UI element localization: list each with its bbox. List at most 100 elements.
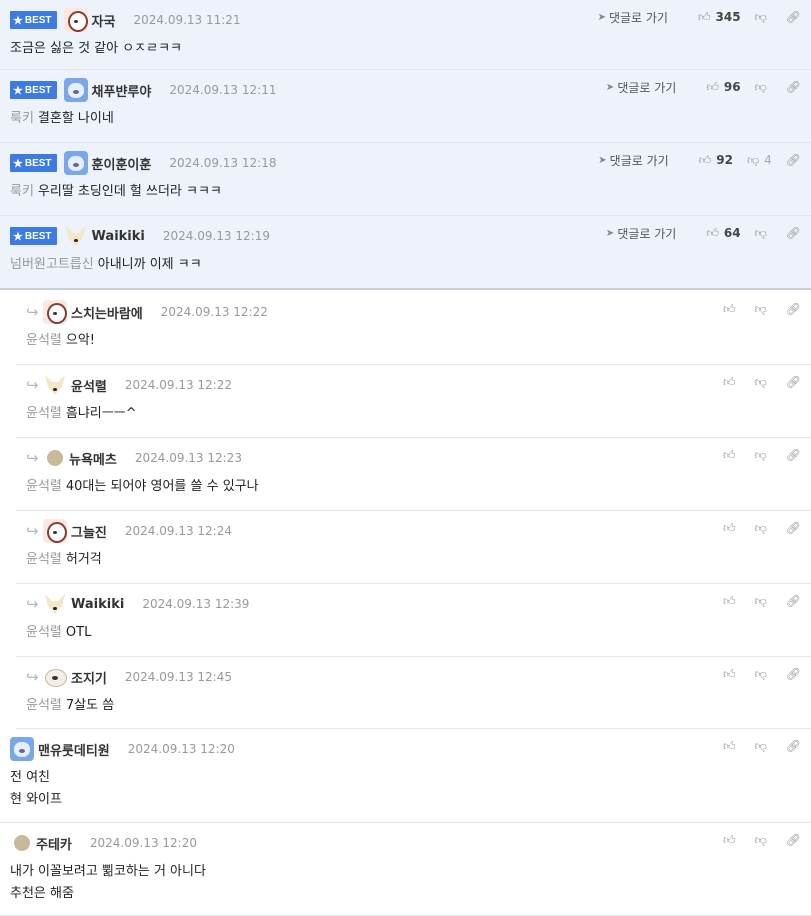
link-icon[interactable]: 🔗︎ <box>786 153 801 167</box>
like-button[interactable]: 👍︎ <box>723 375 741 390</box>
like-button[interactable]: 👍︎ 64 <box>706 226 740 241</box>
dislike-button[interactable]: 👎︎ <box>755 594 772 609</box>
avatar[interactable] <box>43 300 67 324</box>
reply-target[interactable]: 윤석렬 <box>26 333 62 348</box>
reply-target[interactable]: 윤석렬 <box>26 625 62 640</box>
avatar[interactable] <box>43 665 67 689</box>
like-button[interactable]: 👍︎ 96 <box>706 80 740 95</box>
thumbs-down-icon: 👎︎ <box>754 301 767 316</box>
goto-label: 댓글로 가기 <box>617 226 677 241</box>
avatar[interactable] <box>43 592 67 616</box>
goto-comment-link[interactable]: ➤ 댓글로 가기 <box>606 79 676 96</box>
comment-line: 전 여친 <box>10 770 51 785</box>
like-button[interactable]: 👍︎ <box>723 594 741 609</box>
goto-label: 댓글로 가기 <box>617 80 677 95</box>
reply-target[interactable]: 윤석렬 <box>26 698 62 713</box>
reply-target[interactable]: 넘버원고트릅신 <box>10 257 94 272</box>
avatar[interactable] <box>14 835 30 851</box>
nickname[interactable]: 주테카 <box>36 834 72 853</box>
reply-target[interactable]: 룩키 <box>10 111 34 126</box>
best-label: BEST <box>24 157 52 169</box>
like-button[interactable]: 👍︎ <box>723 302 741 317</box>
nickname[interactable]: 스치는바람에 <box>71 303 143 322</box>
link-icon[interactable]: 🔗︎ <box>786 375 801 389</box>
comment-date: 2024.09.13 12:39 <box>142 597 250 611</box>
link-icon[interactable]: 🔗︎ <box>786 80 801 94</box>
link-icon[interactable]: 🔗︎ <box>786 448 801 462</box>
like-button[interactable]: 👍︎ <box>723 448 741 463</box>
dislike-button[interactable]: 👎︎ <box>755 448 772 463</box>
like-button[interactable]: 👍︎ 92 <box>699 153 733 168</box>
reply-target[interactable]: 윤석렬 <box>26 406 62 421</box>
comment-text: 아내니까 이제 ㅋㅋ <box>97 257 202 272</box>
comment-text: 으악! <box>65 333 96 348</box>
avatar[interactable] <box>64 224 88 248</box>
navigate-arrow-icon: ➤ <box>605 81 615 93</box>
comment-line: 추천은 해줌 <box>10 886 74 901</box>
link-icon[interactable]: 🔗︎ <box>786 667 801 681</box>
star-icon: ★ <box>13 14 23 27</box>
avatar[interactable] <box>47 450 63 466</box>
nickname[interactable]: 맨유룻데티원 <box>38 740 110 759</box>
comment-line: 내가 이꼴보려고 쀪코하는 거 아니다 <box>10 864 206 879</box>
dislike-button[interactable]: 👎︎ <box>755 302 772 317</box>
nickname[interactable]: 자국 <box>92 11 116 30</box>
thumbs-up-icon: 👍︎ <box>723 593 736 608</box>
thumbs-up-icon: 👍︎ <box>706 225 719 240</box>
nickname[interactable]: Waikiki <box>92 229 145 244</box>
avatar[interactable] <box>10 737 34 761</box>
comment-header: 맨유룻데티원 2024.09.13 12:20 <box>10 737 235 761</box>
link-icon[interactable]: 🔗︎ <box>786 226 801 240</box>
reply-arrow-icon: ↪ <box>26 668 39 686</box>
dislike-button[interactable]: 👎︎ <box>755 10 772 25</box>
dislike-button[interactable]: 👎︎ <box>755 739 772 754</box>
dislike-button[interactable]: 👎︎ <box>755 80 772 95</box>
avatar[interactable] <box>63 8 88 32</box>
reply-target[interactable]: 룩키 <box>10 184 34 199</box>
nickname[interactable]: 훈이훈이훈 <box>92 154 152 173</box>
nickname[interactable]: 윤석렬 <box>71 376 107 395</box>
like-button[interactable]: 👍︎ <box>723 667 741 682</box>
nickname[interactable]: 뉴욕메츠 <box>69 449 117 468</box>
nickname[interactable]: 조지기 <box>71 668 107 687</box>
dislike-button[interactable]: 👎︎ <box>755 521 772 536</box>
avatar[interactable] <box>43 373 67 397</box>
like-count: 64 <box>723 226 741 240</box>
link-icon[interactable]: 🔗︎ <box>786 521 801 535</box>
dislike-button[interactable]: 👎︎ <box>755 667 772 682</box>
comment-date: 2024.09.13 11:21 <box>133 13 241 27</box>
navigate-arrow-icon: ➤ <box>605 227 615 239</box>
avatar[interactable] <box>63 78 88 102</box>
link-icon[interactable]: 🔗︎ <box>786 10 801 24</box>
link-icon[interactable]: 🔗︎ <box>786 833 801 847</box>
comment-date: 2024.09.13 12:20 <box>127 742 235 756</box>
comment-line: 현 와이프 <box>10 792 62 807</box>
avatar[interactable] <box>43 519 67 543</box>
avatar[interactable] <box>63 151 88 175</box>
dislike-button[interactable]: 👎︎ 4 <box>747 153 772 168</box>
comment: 맨유룻데티원 2024.09.13 12:20 전 여친 현 와이프 👍︎ 👎︎… <box>0 729 811 823</box>
like-button[interactable]: 👍︎ 345 <box>698 10 741 25</box>
reply-target[interactable]: 윤석렬 <box>26 479 62 494</box>
like-count: 92 <box>716 153 733 167</box>
comment-actions: 👍︎ 👎︎ 🔗︎ <box>709 300 801 318</box>
reply-target[interactable]: 윤석렬 <box>26 552 62 567</box>
nickname[interactable]: 그늘진 <box>71 522 107 541</box>
link-icon[interactable]: 🔗︎ <box>786 302 801 316</box>
goto-comment-link[interactable]: ➤ 댓글로 가기 <box>598 152 668 169</box>
comment-header: ↪ Waikiki 2024.09.13 12:39 <box>26 592 249 616</box>
link-icon[interactable]: 🔗︎ <box>786 594 801 608</box>
link-icon[interactable]: 🔗︎ <box>786 739 801 753</box>
dislike-button[interactable]: 👎︎ <box>755 375 772 390</box>
dislike-button[interactable]: 👎︎ <box>755 226 772 241</box>
comment-text: 결혼할 나이네 <box>37 111 114 126</box>
goto-comment-link[interactable]: ➤ 댓글로 가기 <box>598 9 668 26</box>
like-button[interactable]: 👍︎ <box>723 833 741 848</box>
like-button[interactable]: 👍︎ <box>723 521 741 536</box>
dislike-button[interactable]: 👎︎ <box>755 833 772 848</box>
like-button[interactable]: 👍︎ <box>723 739 741 754</box>
nickname[interactable]: Waikiki <box>71 597 124 612</box>
nickname[interactable]: 채푸뱐루야 <box>92 81 152 100</box>
goto-comment-link[interactable]: ➤ 댓글로 가기 <box>606 225 676 242</box>
best-badge: ★ BEST <box>10 11 57 29</box>
